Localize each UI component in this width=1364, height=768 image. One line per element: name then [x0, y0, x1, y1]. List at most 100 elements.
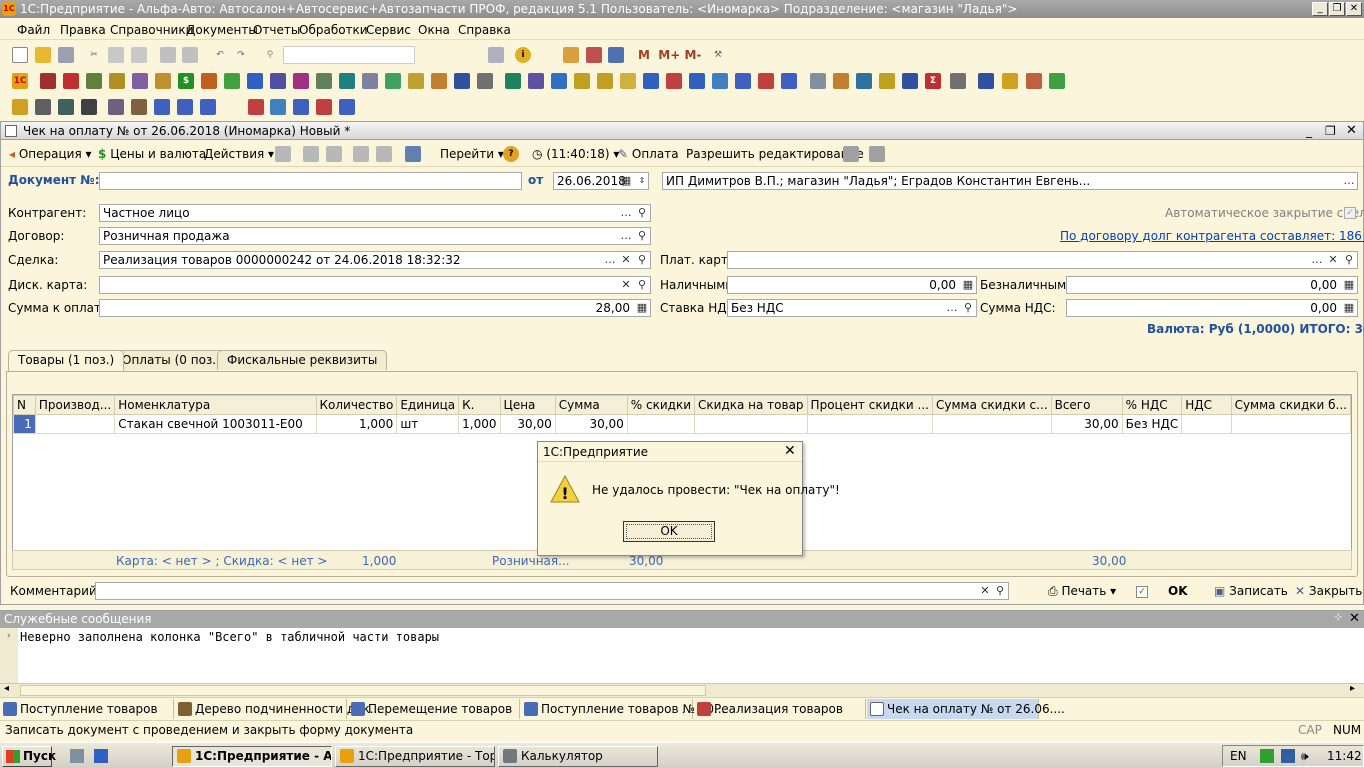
nakl3-icon[interactable] [177, 99, 193, 115]
messages-scrollbar[interactable]: ◂ ▸ [0, 683, 1364, 697]
column-header[interactable]: Сумма [554, 395, 628, 415]
box-icon[interactable] [109, 73, 125, 89]
scrollbar-thumb[interactable] [20, 685, 706, 696]
menu-processing[interactable]: Обработки [299, 23, 368, 37]
scroll-right-icon[interactable]: ▸ [1350, 683, 1355, 694]
deal-search-icon[interactable]: ⚲ [634, 252, 650, 268]
table-cell[interactable]: 30,00 [499, 414, 556, 434]
pko-icon[interactable] [574, 73, 590, 89]
scroll-left-icon[interactable]: ◂ [4, 683, 9, 694]
contract-search-icon[interactable]: ⚲ [634, 228, 650, 244]
language-indicator[interactable]: EN [1230, 746, 1247, 766]
calendar-small-icon[interactable]: ▦ [618, 173, 634, 189]
menu-documents[interactable]: Документы [186, 23, 258, 37]
quicklaunch-icon-2[interactable] [94, 749, 108, 763]
doc-minimize-icon[interactable]: _ [1306, 122, 1312, 140]
add-doc-icon[interactable] [902, 73, 918, 89]
prices-button[interactable]: $ Цены и валюта [98, 147, 206, 161]
monitor-icon[interactable] [339, 73, 355, 89]
tab-fiscal[interactable]: Фискальные реквизиты [217, 350, 388, 370]
coins2-icon[interactable] [879, 73, 895, 89]
journal-icon[interactable] [454, 73, 470, 89]
comment-search-icon[interactable]: ⚲ [992, 583, 1008, 599]
messages-close-icon[interactable]: ✕ [1349, 611, 1360, 626]
post-checkbox[interactable]: ✓ [1136, 586, 1148, 598]
logo-icon[interactable]: 1С [12, 73, 28, 89]
time-button[interactable]: ◷ (11:40:18) ▾ [532, 147, 619, 161]
table-cell[interactable]: 30,00 [1050, 414, 1123, 434]
window-tab-sales[interactable]: Реализация товаров [694, 699, 866, 719]
save-icon[interactable] [58, 47, 74, 63]
coins-icon[interactable] [224, 73, 240, 89]
menu-file[interactable]: Файл [17, 23, 50, 37]
dollar-icon[interactable]: $ [178, 73, 194, 89]
memory-buttons[interactable]: M M+ M- [638, 48, 701, 62]
sum-field[interactable]: 28,00 [99, 299, 651, 317]
messages-pin-icon[interactable]: ⊹ [1334, 612, 1342, 623]
people-icon[interactable] [247, 73, 263, 89]
allow-edit-button[interactable]: Разрешить редактирование [686, 147, 864, 161]
auto-close-checkbox[interactable]: ✓ [1344, 207, 1356, 219]
help-icon[interactable]: ? [503, 146, 519, 162]
table-cell[interactable]: шт [396, 414, 460, 434]
window-tab-check[interactable]: Чек на оплату № от 26.06.... [867, 699, 1065, 719]
print-button[interactable]: ⎙ Печать ▾ [1048, 584, 1116, 599]
books-icon[interactable] [505, 73, 521, 89]
users-icon[interactable] [608, 47, 624, 63]
table-cell[interactable] [1230, 414, 1352, 434]
column-header[interactable]: Производ... [34, 395, 116, 415]
column-header[interactable]: Процент скидки ... [806, 395, 933, 415]
nakl5-icon[interactable] [293, 99, 309, 115]
tree-icon[interactable] [293, 73, 309, 89]
menu-edit[interactable]: Правка [60, 23, 106, 37]
sum-icon[interactable]: Σ [925, 73, 941, 89]
nakl2-icon[interactable] [154, 99, 170, 115]
rko-icon[interactable] [597, 73, 613, 89]
car-icon[interactable] [35, 99, 51, 115]
window-tab-receipt[interactable]: Поступление товаров [0, 699, 174, 719]
comment-clear-icon[interactable]: ✕ [977, 583, 993, 599]
house-icon[interactable] [40, 73, 56, 89]
pay-card-search-icon[interactable]: ⚲ [1341, 252, 1357, 268]
column-header[interactable]: Количество [315, 395, 398, 415]
close-button[interactable]: ✕ Закрыть [1295, 584, 1362, 598]
column-header[interactable]: Всего [1050, 395, 1123, 415]
undo-icon[interactable]: ↶ [212, 47, 228, 63]
receipt-icon[interactable] [385, 73, 401, 89]
column-header[interactable]: Единица [396, 395, 460, 415]
pay-card-select-icon[interactable]: … [1309, 252, 1325, 268]
goto-button[interactable]: Перейти ▾ [440, 147, 504, 161]
preview-icon[interactable] [182, 47, 198, 63]
vat-rate-field[interactable]: Без НДС [727, 299, 977, 317]
taskbar-calculator[interactable]: Калькулятор [498, 746, 658, 767]
doc-post-icon[interactable] [353, 146, 369, 162]
ok-button[interactable]: OK [1168, 584, 1188, 598]
column-header[interactable]: Сумма скидки с... [931, 395, 1052, 415]
move-icon[interactable] [833, 73, 849, 89]
cut-icon[interactable]: ✂ [86, 47, 102, 63]
column-header[interactable]: К. [458, 395, 501, 415]
vat-sum-field[interactable]: 0,00 [1066, 299, 1358, 317]
table-cell[interactable]: Стакан свечной 1003011-E00 [114, 414, 317, 434]
group-icon[interactable] [270, 73, 286, 89]
doc-based-icon[interactable] [405, 146, 421, 162]
search-combo[interactable] [283, 46, 415, 64]
table-cell[interactable] [34, 414, 116, 434]
doc-save-icon[interactable] [275, 146, 291, 162]
shop-icon[interactable] [63, 73, 79, 89]
sum-calc-icon[interactable]: ▦ [634, 300, 650, 316]
chart-icon[interactable] [431, 73, 447, 89]
bar-chart-icon[interactable] [856, 73, 872, 89]
cash-icon[interactable] [201, 73, 217, 89]
return-icon[interactable] [689, 73, 705, 89]
jack-icon[interactable] [81, 99, 97, 115]
disc-card-field[interactable] [99, 276, 651, 294]
window-tab-tree[interactable]: Дерево подчиненности док... [175, 699, 381, 719]
redo-icon[interactable]: ↷ [233, 47, 249, 63]
tab-goods[interactable]: Товары (1 поз.) [8, 350, 125, 371]
card-icon[interactable] [1002, 73, 1018, 89]
doc-list-icon[interactable] [303, 146, 319, 162]
debt-link[interactable]: По договору долг контрагента составляет:… [1060, 229, 1364, 243]
doc-unpost-icon[interactable] [376, 146, 392, 162]
save-button[interactable]: ▣ Записать [1214, 584, 1288, 598]
